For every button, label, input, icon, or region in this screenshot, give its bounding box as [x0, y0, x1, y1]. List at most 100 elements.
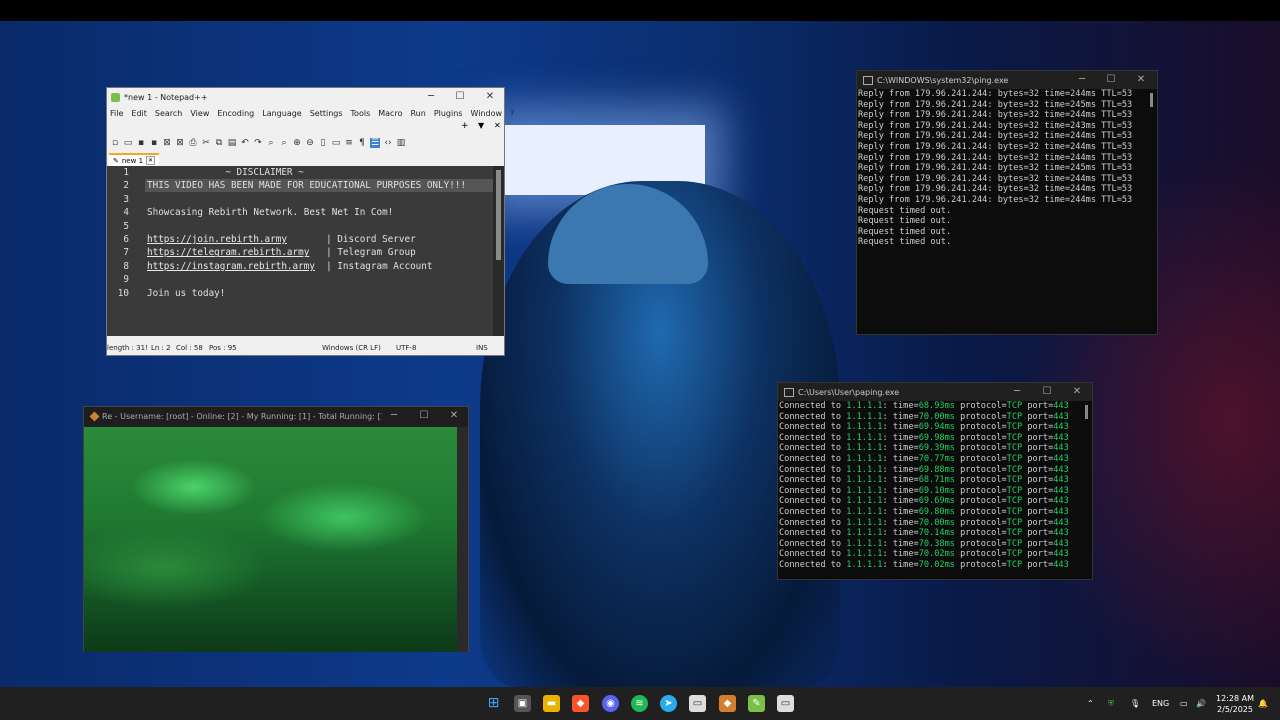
- notepadpp-icon[interactable]: ✎: [748, 695, 765, 712]
- menu-run[interactable]: Run: [410, 109, 425, 118]
- close-icon[interactable]: ✕: [1127, 71, 1155, 89]
- notification-bell-icon[interactable]: 🔔: [1258, 687, 1268, 720]
- doc-map-icon[interactable]: ▥: [396, 138, 406, 148]
- sep: protocol=: [954, 464, 1007, 475]
- maximize-icon[interactable]: ☐: [1033, 383, 1061, 401]
- link-description: | Telegram Group: [309, 247, 416, 259]
- tab-list-icon[interactable]: ▼: [478, 121, 484, 130]
- code-icon[interactable]: ‹›: [383, 138, 393, 148]
- zoom-in-icon[interactable]: ⊕: [292, 138, 302, 148]
- notepad-titlebar[interactable]: *new 1 - Notepad++ ─ ☐ ✕: [107, 88, 504, 106]
- sep: protocol=: [954, 432, 1007, 443]
- status-column: Col : 58: [176, 344, 203, 352]
- close-all-icon[interactable]: ⊠: [175, 138, 185, 148]
- word-wrap-icon[interactable]: ≡: [344, 138, 354, 148]
- replace-icon[interactable]: ⌕: [279, 138, 289, 148]
- new-tab-icon[interactable]: +: [461, 121, 469, 131]
- menu-plugins[interactable]: Plugins: [434, 109, 463, 118]
- maximize-icon[interactable]: ☐: [1097, 71, 1125, 89]
- ping-console-window[interactable]: C:\WINDOWS\system32\ping.exe ─ ☐ ✕ Reply…: [856, 70, 1158, 335]
- minimize-icon[interactable]: ─: [1068, 71, 1096, 89]
- copy-icon[interactable]: ⧉: [214, 138, 224, 148]
- minimize-icon[interactable]: ─: [1003, 383, 1031, 401]
- close-tab-icon[interactable]: ✕: [494, 121, 501, 130]
- close-icon[interactable]: ✕: [476, 88, 504, 106]
- paping-console-window[interactable]: C:\Users\User\paping.exe ─ ☐ ✕ Connected…: [777, 382, 1093, 580]
- url-link[interactable]: https://telegram.rebirth.army: [147, 247, 309, 258]
- menu-view[interactable]: View: [190, 109, 209, 118]
- menu-macro[interactable]: Macro: [378, 109, 402, 118]
- code-line: https://telegram.rebirth.army | Telegram…: [147, 247, 416, 258]
- telegram-icon[interactable]: ➤: [660, 695, 677, 712]
- brave-browser-icon[interactable]: ◆: [572, 695, 589, 712]
- menu-tools[interactable]: Tools: [351, 109, 371, 118]
- url-link[interactable]: https://instagram.rebirth.army: [147, 261, 315, 272]
- menu-file[interactable]: File: [110, 109, 123, 118]
- volume-icon[interactable]: 🔊: [1196, 687, 1206, 720]
- spotify-icon[interactable]: ≋: [631, 695, 648, 712]
- menu-encoding[interactable]: Encoding: [217, 109, 254, 118]
- show-all-chars-icon[interactable]: ¶: [357, 138, 367, 148]
- console-taskbar-icon[interactable]: ▭: [777, 695, 794, 712]
- editor-scrollbar[interactable]: [493, 166, 504, 336]
- url-link[interactable]: https://join.rebirth.army: [147, 234, 287, 245]
- tray-overflow-icon[interactable]: ⌃: [1087, 687, 1094, 720]
- new-file-icon[interactable]: ▫: [110, 138, 120, 148]
- terminal-app-icon[interactable]: ▭: [689, 695, 706, 712]
- undo-icon[interactable]: ↶: [240, 138, 250, 148]
- edit-pencil-icon: ✎: [113, 156, 119, 165]
- console-scrollbar[interactable]: [1150, 93, 1153, 107]
- menu-settings[interactable]: Settings: [310, 109, 343, 118]
- maximize-icon[interactable]: ☐: [410, 407, 438, 425]
- network-icon[interactable]: ▭: [1180, 687, 1188, 720]
- tab-new-1[interactable]: ✎ new 1 ✕: [109, 153, 160, 166]
- protocol-value: TCP: [1006, 549, 1023, 560]
- console-scrollbar[interactable]: [1085, 405, 1088, 419]
- find-icon[interactable]: ⌕: [266, 138, 276, 148]
- close-icon[interactable]: ✕: [440, 407, 468, 425]
- security-shield-icon[interactable]: ⛨: [1108, 687, 1114, 720]
- file-explorer-icon[interactable]: ▬: [543, 695, 560, 712]
- sep: port=: [1022, 464, 1054, 475]
- scrollbar-thumb[interactable]: [496, 170, 501, 260]
- maximize-icon[interactable]: ☐: [446, 88, 474, 106]
- cut-icon[interactable]: ✂: [201, 138, 211, 148]
- sync-v-icon[interactable]: ▯: [318, 138, 328, 148]
- menu-search[interactable]: Search: [155, 109, 182, 118]
- zoom-out-icon[interactable]: ⊖: [305, 138, 315, 148]
- minimize-icon[interactable]: ─: [417, 88, 445, 106]
- taskbar-clock[interactable]: 12:28 AM 2/5/2025: [1212, 693, 1258, 715]
- microphone-icon[interactable]: 🎙: [1130, 687, 1140, 720]
- minimize-icon[interactable]: ─: [380, 407, 408, 425]
- redo-icon[interactable]: ↷: [253, 138, 263, 148]
- close-file-icon[interactable]: ⊠: [162, 138, 172, 148]
- indent-guide-icon[interactable]: ☰: [370, 138, 380, 148]
- botnet-scrollbar[interactable]: [457, 427, 468, 652]
- save-all-icon[interactable]: ▪: [149, 138, 159, 148]
- botnet-window[interactable]: Re - Username: [root] - Online: [2] - My…: [83, 406, 469, 652]
- connected-prefix: Connected to: [779, 549, 847, 560]
- paping-titlebar[interactable]: C:\Users\User\paping.exe ─ ☐ ✕: [778, 383, 1092, 401]
- windows-start-icon[interactable]: ⊞: [485, 695, 502, 712]
- ping-output: Reply from 179.96.241.244: bytes=32 time…: [857, 89, 1157, 334]
- tab-close-icon[interactable]: ✕: [146, 156, 156, 165]
- diamond-app-icon[interactable]: ◆: [719, 695, 736, 712]
- menu-window[interactable]: Window: [470, 109, 502, 118]
- discord-icon[interactable]: ◉: [602, 695, 619, 712]
- language-indicator[interactable]: ENG: [1152, 687, 1169, 720]
- paste-icon[interactable]: ▤: [227, 138, 237, 148]
- notepad-window[interactable]: *new 1 - Notepad++ ─ ☐ ✕ File Edit Searc…: [106, 87, 514, 356]
- menu-help[interactable]: ?: [510, 109, 514, 118]
- print-icon[interactable]: ⎙: [188, 138, 198, 148]
- botnet-titlebar[interactable]: Re - Username: [root] - Online: [2] - My…: [84, 407, 468, 425]
- ping-titlebar[interactable]: C:\WINDOWS\system32\ping.exe ─ ☐ ✕: [857, 71, 1157, 89]
- sync-h-icon[interactable]: ▭: [331, 138, 341, 148]
- open-folder-icon[interactable]: ▭: [123, 138, 133, 148]
- snipping-tool-icon[interactable]: ▣: [514, 695, 531, 712]
- menu-language[interactable]: Language: [262, 109, 301, 118]
- save-icon[interactable]: ▪: [136, 138, 146, 148]
- close-icon[interactable]: ✕: [1063, 383, 1091, 401]
- text-editor[interactable]: 1 ~ DISCLAIMER ~ 2 THIS VIDEO HAS BEEN MAD…: [107, 166, 493, 336]
- taskbar: ⊞ ▣ ▬ ◆ ◉ ≋ ➤ ▭ ◆ ✎ ▭ ⌃ ⛨ 🎙 ENG ▭ 🔊 12:2…: [0, 687, 1280, 720]
- menu-edit[interactable]: Edit: [131, 109, 147, 118]
